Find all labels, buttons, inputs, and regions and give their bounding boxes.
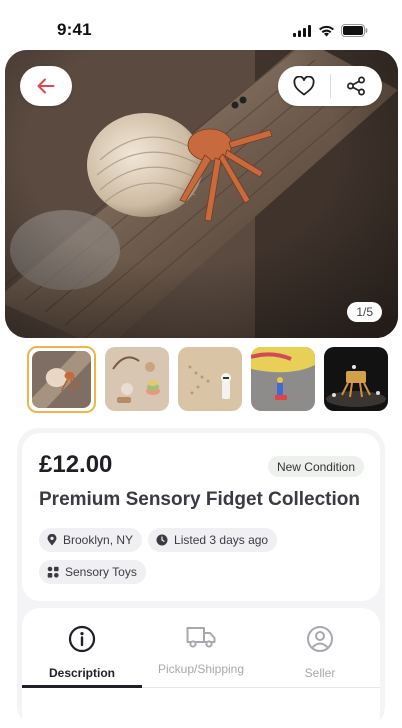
cellular-signal-icon [293, 24, 311, 37]
listed-time-text: Listed 3 days ago [174, 533, 269, 547]
thumbnail-5[interactable] [324, 347, 388, 411]
share-button[interactable] [331, 66, 383, 106]
heart-icon [293, 76, 315, 96]
category-text: Sensory Toys [65, 565, 137, 579]
listed-time-chip: Listed 3 days ago [148, 528, 278, 552]
location-text: Brooklyn, NY [63, 533, 134, 547]
info-icon [68, 625, 96, 653]
figurine-path-thumbnail [178, 347, 242, 411]
tab-description[interactable]: Description [22, 625, 142, 680]
tab-pickup-shipping-label: Pickup/Shipping [157, 662, 245, 676]
status-bar: 9:41 [0, 0, 402, 50]
detail-tabs: Description Pickup/Shipping Seller [22, 608, 380, 728]
tab-description-label: Description [48, 666, 115, 680]
favorite-button[interactable] [278, 66, 330, 106]
category-chip[interactable]: Sensory Toys [39, 560, 146, 584]
image-counter: 1/5 [347, 302, 382, 322]
arrow-left-icon [37, 78, 55, 94]
tab-seller[interactable]: Seller [260, 625, 380, 680]
tab-seller-label: Seller [304, 666, 336, 680]
thumbnail-1[interactable] [27, 346, 96, 413]
wooden-toys-thumbnail [105, 347, 169, 411]
active-tab-indicator [22, 685, 142, 688]
user-icon [307, 626, 333, 652]
thumbnail-strip [27, 346, 388, 413]
toy-on-carpet-thumbnail [251, 347, 315, 411]
category-grid-icon [47, 566, 59, 578]
clock-icon [156, 534, 168, 546]
robot-toy-thumbnail [324, 347, 388, 411]
tab-pickup-shipping[interactable]: Pickup/Shipping [141, 625, 261, 676]
back-button[interactable] [20, 66, 72, 106]
condition-badge: New Condition [267, 456, 364, 477]
hermit-crab-thumbnail [29, 348, 94, 411]
product-meta-chips: Brooklyn, NY Listed 3 days ago Sensory T… [39, 528, 359, 584]
product-info-card: £12.00 New Condition Premium Sensory Fid… [22, 433, 380, 601]
status-icons [293, 24, 368, 37]
thumbnail-4[interactable] [251, 347, 315, 411]
location-chip[interactable]: Brooklyn, NY [39, 528, 143, 552]
status-time: 9:41 [57, 20, 92, 39]
thumbnail-3[interactable] [178, 347, 242, 411]
wifi-icon [319, 25, 334, 36]
hero-actions [278, 66, 382, 106]
product-price: £12.00 [39, 451, 113, 478]
truck-icon [186, 627, 216, 648]
product-title: Premium Sensory Fidget Collection [39, 489, 360, 510]
battery-icon [341, 24, 368, 37]
location-pin-icon [47, 534, 57, 546]
share-icon [347, 76, 366, 96]
hero-image[interactable]: 1/5 [5, 50, 398, 338]
thumbnail-2[interactable] [105, 347, 169, 411]
